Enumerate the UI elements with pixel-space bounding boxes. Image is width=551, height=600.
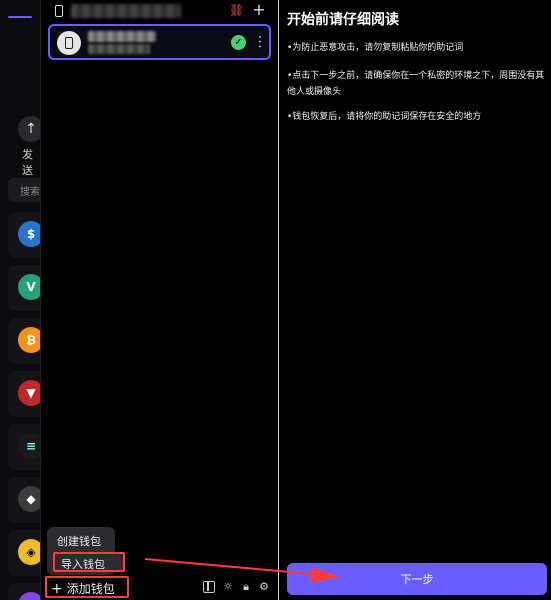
tron-icon: ▼ (18, 380, 40, 406)
token-row[interactable]: $ (8, 212, 40, 258)
tether-icon: V (18, 274, 40, 300)
send-label: 发送 (22, 148, 33, 177)
check-circle-icon: ✓ (231, 35, 246, 50)
add-wallet-label: 添加钱包 (66, 582, 115, 596)
instruction-item: •点击下一步之前，请确保你在一个私密的环境之下，周围没有其他人或摄像头 (287, 71, 545, 97)
token-row[interactable]: ▼ (8, 371, 40, 417)
send-icon[interactable]: ↑ (18, 116, 40, 142)
usdc-icon: $ (18, 221, 40, 247)
wallet-list-panel: ⛓ + ✓ ⋮ 创建钱包 导入钱包 + 添加钱包 ☼ 🔒︎ ⚙ (40, 0, 276, 600)
lock-icon[interactable]: 🔒︎ (240, 581, 252, 593)
more-options-icon[interactable]: ⋮ (253, 33, 267, 51)
create-wallet-menu-item[interactable]: 创建钱包 (57, 533, 101, 549)
plus-icon: + (51, 581, 63, 597)
redacted-wallet-name (88, 31, 156, 42)
redacted-wallet-address (88, 44, 150, 54)
token-row[interactable]: ◆ (8, 477, 40, 523)
wallet-avatar (57, 31, 81, 55)
instruction-item: •钱包恢复后，请将你的助记词保存在安全的地方 (287, 112, 482, 122)
token-row[interactable]: ◈ (8, 530, 40, 576)
phone-icon (55, 5, 63, 17)
wallet-panel-footer: + 添加钱包 ☼ 🔒︎ ⚙ (41, 576, 277, 600)
selected-wallet-card[interactable]: ✓ ⋮ (48, 24, 271, 60)
token-row[interactable]: ∞ (8, 583, 40, 600)
wallet-panel-header: ⛓ + (41, 0, 277, 22)
redacted-account-name (71, 4, 181, 18)
bitcoin-icon: ₿ (18, 327, 40, 353)
sidebar-toggle-icon[interactable] (203, 581, 215, 593)
bnb-icon: ◈ (18, 539, 40, 565)
instruction-item: •为防止恶意攻击，请勿复制粘贴你的助记词 (287, 43, 464, 53)
add-wallet-menu: 创建钱包 导入钱包 (47, 527, 125, 575)
phone-icon (65, 37, 73, 49)
active-tab-underline (8, 16, 32, 18)
add-wallet-button[interactable]: + 添加钱包 (45, 576, 129, 598)
settings-icon[interactable]: ⚙ (258, 581, 270, 593)
token-search-input[interactable]: 搜索 (8, 178, 40, 202)
polygon-icon: ∞ (18, 592, 40, 600)
ethereum-icon: ◆ (18, 486, 40, 512)
token-row[interactable]: ≡ (8, 424, 40, 470)
next-button[interactable]: 下一步 (287, 563, 547, 595)
disconnect-icon[interactable]: ⛓ (229, 3, 244, 17)
background-app: ↑ 发送 搜索 $ V ₿ ▼ ≡ ◆ ◈ ∞ (0, 0, 40, 600)
token-row[interactable]: ₿ (8, 318, 40, 364)
import-instructions-panel: 开始前请仔细阅读 •为防止恶意攻击，请勿复制粘贴你的助记词 •点击下一步之前，请… (278, 0, 551, 600)
import-wallet-menu-item[interactable]: 导入钱包 (53, 552, 125, 572)
add-icon[interactable]: + (251, 1, 267, 19)
theme-toggle-icon[interactable]: ☼ (222, 581, 234, 593)
instructions-title: 开始前请仔细阅读 (287, 12, 399, 28)
solana-icon: ≡ (18, 433, 40, 459)
token-row[interactable]: V (8, 265, 40, 311)
